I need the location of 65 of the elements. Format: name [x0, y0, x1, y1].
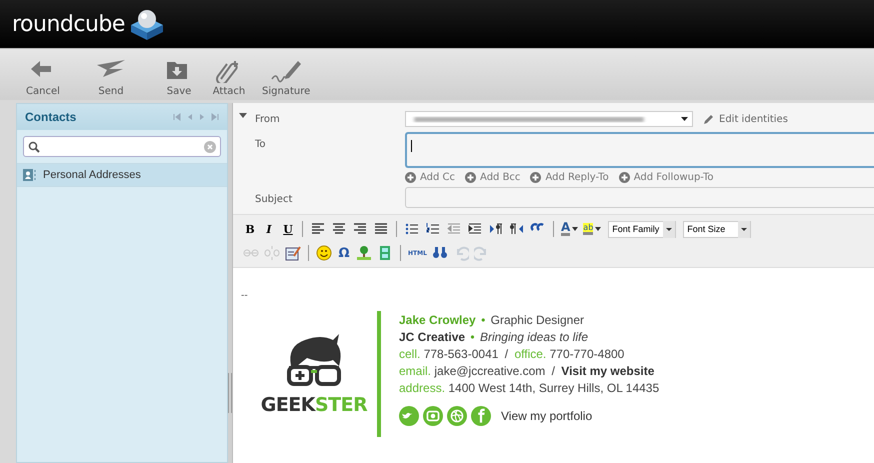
- app-logo-text: roundcube: [12, 12, 125, 36]
- highlight-color-button[interactable]: ab: [583, 220, 602, 238]
- plus-circle-icon: [405, 172, 416, 183]
- font-dropdown[interactable]: Font Size: [683, 220, 752, 238]
- portfolio-link[interactable]: View my portfolio: [501, 409, 592, 423]
- subject-field[interactable]: [405, 187, 874, 208]
- signature-line: JC Creative • Bringing ideas to life: [399, 330, 590, 344]
- text-color-button[interactable]: A: [561, 220, 578, 238]
- special-character-button[interactable]: Ω: [337, 244, 351, 262]
- binoculars-icon[interactable]: [432, 245, 448, 261]
- left-to-right-icon[interactable]: [488, 221, 504, 237]
- subject-label: Subject: [255, 193, 294, 205]
- caret-icon: [595, 227, 602, 231]
- bullet-list-icon[interactable]: [404, 221, 420, 237]
- plus-circle-icon: [530, 172, 542, 183]
- signature-line: Jake Crowley • Graphic Designer: [399, 313, 585, 327]
- cancel-button[interactable]: Cancel: [18, 57, 68, 100]
- add-header-link[interactable]: Add Cc: [405, 172, 456, 183]
- pencil-icon: [703, 114, 714, 124]
- from-dropdown[interactable]: [405, 111, 693, 127]
- signature-line: email. jake@jccreative.com / Visit my website: [399, 364, 656, 378]
- camera-icon[interactable]: [423, 406, 443, 426]
- address-book-item[interactable]: Personal Addresses: [17, 163, 227, 187]
- last-page-icon[interactable]: [211, 113, 219, 121]
- italic-button[interactable]: I: [262, 220, 276, 238]
- caret-icon: [572, 227, 578, 231]
- ball-icon[interactable]: [447, 406, 467, 426]
- plus-circle-icon: [465, 172, 476, 183]
- send-button[interactable]: Send: [86, 57, 136, 100]
- font-dropdown[interactable]: Font Family: [608, 220, 676, 238]
- search-icon: [28, 140, 40, 152]
- dropdown-arrow-icon: [681, 116, 688, 122]
- signature-button[interactable]: Signature: [254, 57, 318, 100]
- plus-circle-icon: [618, 172, 630, 183]
- document-edit-icon[interactable]: [285, 245, 301, 261]
- from-label: From: [255, 113, 281, 125]
- to-field[interactable]: [405, 132, 874, 168]
- signature-line: address. 1400 West 14th, Surrey Hills, OL 14435: [399, 381, 660, 395]
- signature-separator: --: [241, 290, 249, 301]
- bold-button[interactable]: B: [243, 220, 257, 238]
- smiley-icon[interactable]: [316, 245, 332, 261]
- bird-icon[interactable]: [399, 406, 419, 426]
- letter-f-icon[interactable]: [471, 406, 491, 426]
- film-strip-icon[interactable]: [377, 245, 393, 261]
- next-page-icon[interactable]: [199, 113, 205, 121]
- text-cursor: [411, 140, 412, 152]
- attach-button[interactable]: Attach: [204, 57, 254, 100]
- to-label: To: [255, 138, 267, 150]
- cube-logo-icon: [128, 7, 165, 41]
- previous-page-icon[interactable]: [187, 113, 193, 121]
- signature-line: cell. 778-563-0041 / office. 770-770-4800: [399, 347, 626, 361]
- first-page-icon[interactable]: [173, 113, 181, 121]
- underline-button[interactable]: U: [281, 220, 295, 238]
- tree-picture-icon[interactable]: [356, 245, 372, 261]
- save-button[interactable]: Save: [154, 57, 204, 100]
- contacts-title: Contacts: [25, 110, 76, 124]
- add-header-link[interactable]: Add Reply-To: [530, 172, 609, 183]
- add-header-link[interactable]: Add Bcc: [465, 172, 520, 183]
- search-field[interactable]: [23, 136, 221, 157]
- add-header-link[interactable]: Add Followup-To: [618, 172, 714, 183]
- clear-icon[interactable]: [204, 140, 216, 152]
- right-to-left-icon[interactable]: [509, 221, 525, 237]
- address-book-icon: [23, 169, 37, 181]
- brand-logo-text: GEEKSTER: [260, 394, 368, 416]
- edit-identities-link[interactable]: Edit identities: [703, 110, 788, 128]
